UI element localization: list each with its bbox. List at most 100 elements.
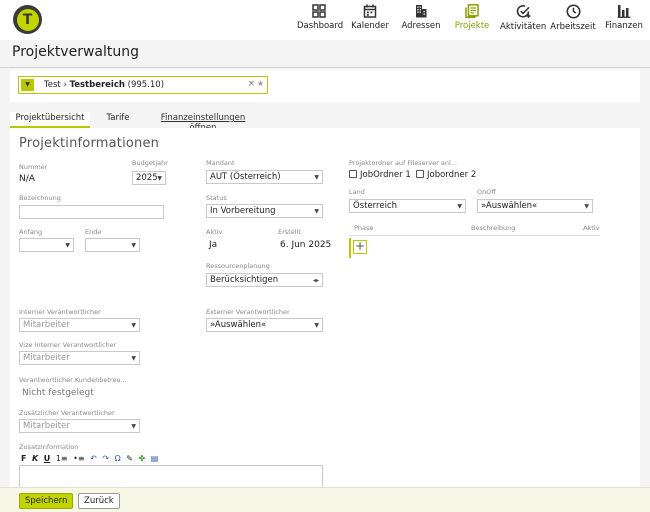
chevron-down-icon: ▼ — [131, 322, 136, 329]
interner-value: Mitarbeiter — [23, 320, 70, 330]
tab-finanzeinstellungen[interactable]: Finanzeinstellungen öffnen — [147, 112, 259, 133]
breadcrumb-parent[interactable]: Test — [44, 80, 61, 90]
ressourcen-select[interactable]: Berücksichtigen ◂▸ — [206, 273, 323, 287]
budgetjahr-select[interactable]: 2025 ▼ — [132, 171, 166, 185]
checkbox-box[interactable] — [416, 170, 424, 178]
ordered-list-icon[interactable]: 1≡ — [56, 454, 68, 463]
phase-table-header: Phase Beschreibung Aktiv — [349, 224, 600, 236]
bezeichnung-input[interactable] — [19, 205, 164, 219]
add-phase-button[interactable]: + — [353, 240, 367, 254]
undo-icon[interactable]: ↶ — [90, 454, 97, 463]
ende-select[interactable]: ▼ — [85, 238, 140, 252]
jobordner2-checkbox[interactable]: Jobordner 2 — [416, 170, 476, 180]
chevron-down-icon[interactable]: ▼ — [21, 79, 34, 91]
erstellt-label: Erstellt — [278, 228, 301, 236]
onoff-value: »Auswählen« — [481, 201, 538, 211]
nav-projekte[interactable]: Projekte — [452, 4, 492, 38]
zusaetzlicher-value: Mitarbeiter — [23, 421, 70, 431]
ressourcen-label: Ressourcenplanung — [206, 262, 270, 270]
clear-icon[interactable]: × — [247, 79, 255, 89]
onoff-label: OnOff — [477, 188, 496, 196]
status-value: In Vorbereitung — [210, 206, 276, 216]
project-breadcrumb: Test › Testbereich (995.10) — [44, 80, 164, 90]
projects-icon — [465, 4, 479, 18]
chevron-down-icon: ▼ — [457, 203, 462, 210]
editor-toolbar: F K U 1≡ •≡ ↶ ↷ Ω ✎ ✤ ▤ — [21, 454, 161, 464]
redo-icon[interactable]: ↷ — [102, 454, 109, 463]
projektordner-label: Projektordner auf Fileserver anl... — [349, 159, 458, 167]
clock-icon — [566, 4, 580, 19]
nav-kalender-label: Kalender — [351, 21, 389, 31]
chevron-down-icon: ▼ — [131, 242, 136, 249]
document-icon[interactable]: ▤ — [151, 454, 159, 463]
chevron-down-icon: ▼ — [65, 242, 70, 249]
beschreibung-column-header: Beschreibung — [471, 224, 516, 232]
zusatzinfo-label: Zusatzinformation — [19, 443, 79, 451]
interner-select[interactable]: Mitarbeiter ▼ — [19, 318, 140, 332]
vize-label: Vize Interner Verantwortlicher — [19, 341, 117, 349]
nav-finanzen[interactable]: Finanzen — [603, 4, 645, 38]
underline-icon[interactable]: U — [44, 454, 51, 463]
back-button[interactable]: Zurück — [78, 493, 120, 509]
externer-select[interactable]: »Auswählen« ▼ — [206, 318, 323, 332]
chevron-down-icon: ▼ — [584, 203, 589, 210]
checkbox-box[interactable] — [349, 170, 357, 178]
aktiv-column-header: Aktiv — [583, 224, 600, 232]
tab-projektuebersicht[interactable]: Projektübersicht — [10, 112, 90, 128]
section-title: Projektinformationen — [19, 136, 160, 151]
zusaetzlicher-select[interactable]: Mitarbeiter ▼ — [19, 419, 140, 433]
nav-finanzen-label: Finanzen — [605, 21, 643, 31]
nav-kalender[interactable]: Kalender — [350, 4, 390, 38]
externer-value: »Auswählen« — [210, 320, 267, 330]
land-select[interactable]: Österreich ▼ — [349, 199, 466, 213]
mandant-select[interactable]: AUT (Österreich) ▼ — [206, 170, 323, 184]
nummer-value: N/A — [19, 174, 35, 184]
save-button[interactable]: Speichern — [19, 493, 74, 509]
bezeichnung-label: Bezeichnung — [19, 194, 61, 202]
puzzle-icon[interactable]: ✤ — [139, 454, 146, 463]
building-icon — [416, 5, 427, 18]
logo-badge: T — [16, 8, 39, 31]
chevron-down-icon: ▼ — [314, 322, 319, 329]
omega-icon[interactable]: Ω — [115, 454, 121, 463]
nummer-label: Nummer — [19, 163, 48, 171]
favorite-star-icon[interactable]: ★ — [257, 79, 264, 88]
unordered-list-icon[interactable]: •≡ — [73, 454, 84, 463]
nav-arbeitszeit[interactable]: Arbeitszeit — [550, 4, 596, 38]
nav-dashboard[interactable]: Dashboard — [297, 4, 344, 38]
ressourcen-value: Berücksichtigen — [210, 275, 279, 285]
phase-column-header: Phase — [354, 224, 374, 232]
anfang-select[interactable]: ▼ — [19, 238, 74, 252]
anfang-label: Anfang — [19, 228, 43, 236]
tab-tarife-label: Tarife — [106, 113, 130, 123]
kundenbetreuer-label: Verantwortlicher Kundenbetreu... — [19, 376, 127, 384]
top-navigation-bar: T Dashboard Kalender Adressen Projekte A… — [0, 0, 650, 40]
calendar-icon — [363, 4, 377, 18]
activity-check-icon — [516, 5, 530, 18]
nav-dashboard-label: Dashboard — [297, 21, 344, 31]
breadcrumb-current: Testbereich — [69, 80, 125, 90]
project-info-panel: Projektinformationen Nummer N/A Budgetja… — [10, 128, 640, 495]
app-logo[interactable]: T — [13, 5, 42, 34]
page-title: Projektverwaltung — [12, 44, 140, 60]
nav-projekte-label: Projekte — [454, 21, 490, 31]
jobordner1-checkbox[interactable]: JobOrdner 1 — [349, 170, 411, 180]
nav-aktivitaeten[interactable]: Aktivitäten — [500, 4, 546, 38]
tab-projektuebersicht-label: Projektübersicht — [15, 113, 85, 123]
aktiv-label: Aktiv — [206, 228, 223, 236]
land-label: Land — [349, 188, 365, 196]
chevron-down-icon: ▼ — [131, 355, 136, 362]
project-selector[interactable]: ▼ Test › Testbereich (995.10) × ★ — [18, 76, 268, 94]
italic-icon[interactable]: K — [32, 454, 38, 463]
externer-label: Externer Verantwortlicher — [206, 308, 290, 316]
dashboard-icon — [312, 4, 326, 18]
onoff-select[interactable]: »Auswählen« ▼ — [477, 199, 593, 213]
bold-icon[interactable]: F — [21, 454, 26, 463]
brush-icon[interactable]: ✎ — [126, 454, 133, 463]
logo-letter: T — [22, 11, 33, 28]
tab-tarife[interactable]: Tarife — [100, 112, 136, 127]
vize-select[interactable]: Mitarbeiter ▼ — [19, 351, 140, 365]
status-select[interactable]: In Vorbereitung ▼ — [206, 204, 323, 218]
nav-adressen[interactable]: Adressen — [399, 4, 443, 38]
footer-bar: Speichern Zurück — [0, 487, 650, 512]
